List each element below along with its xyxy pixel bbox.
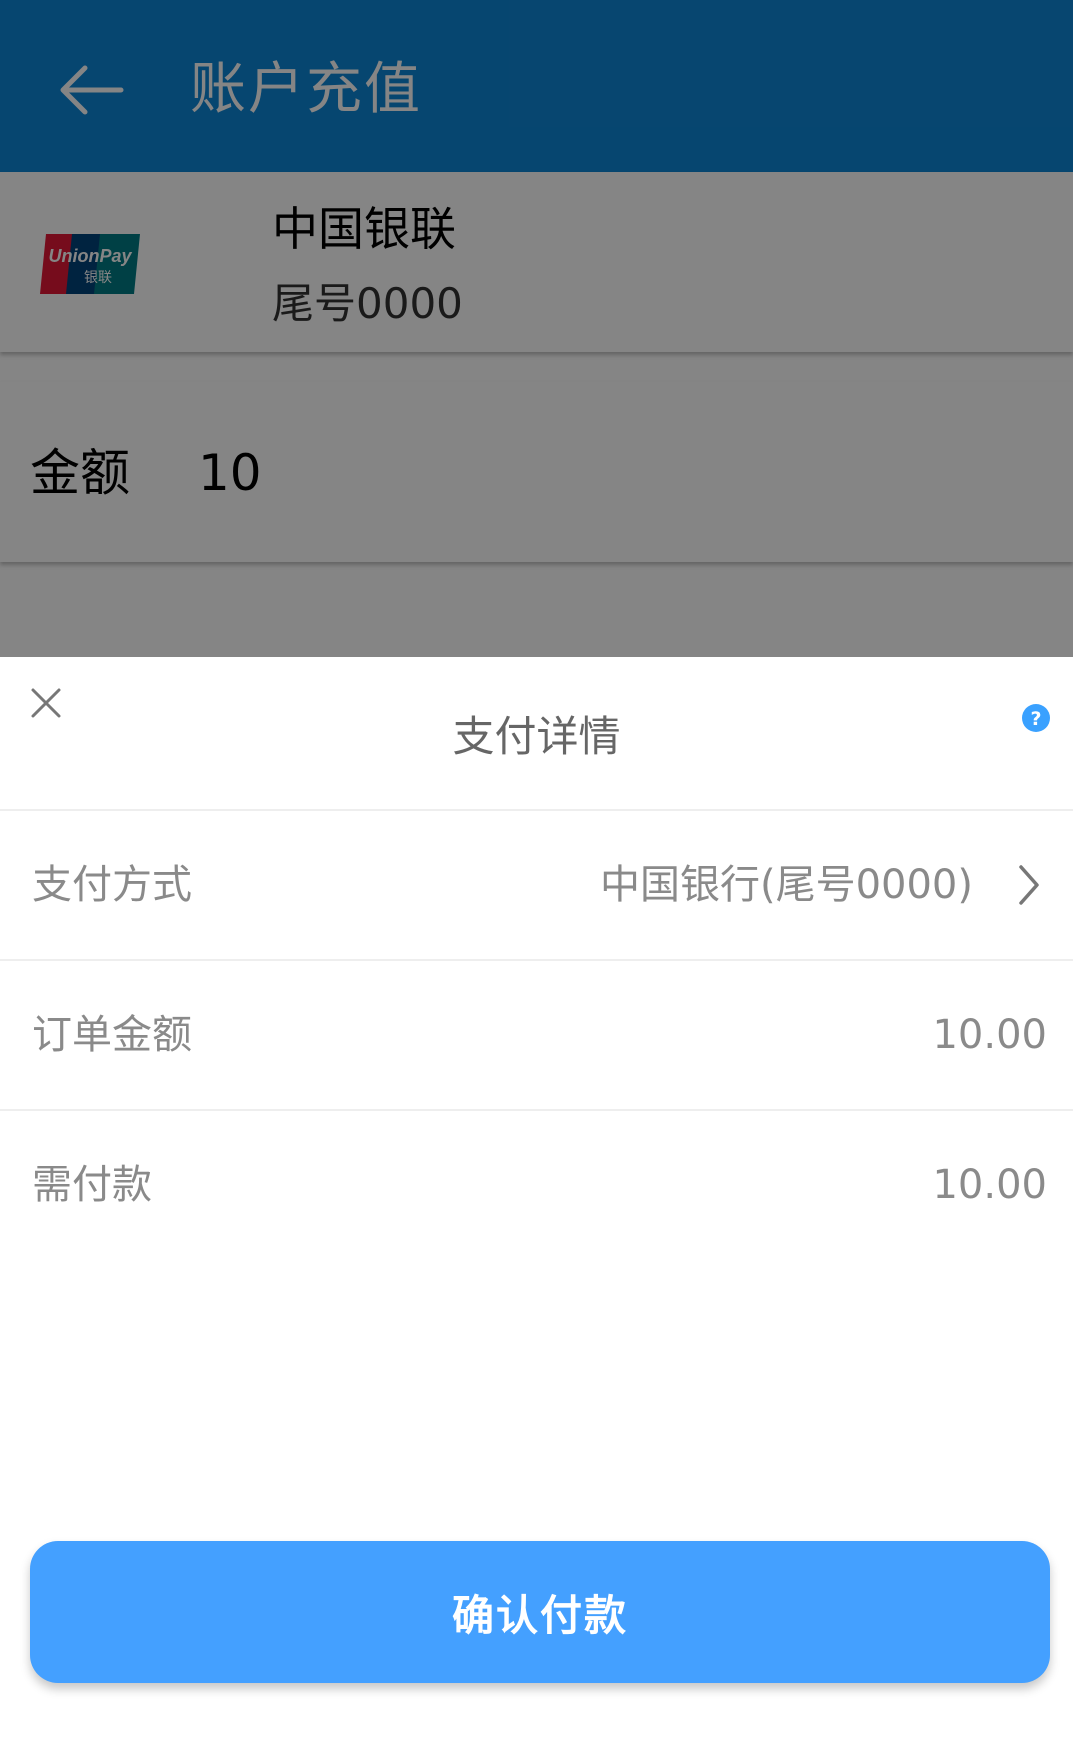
chevron-right-icon: [1019, 865, 1039, 905]
order-amount-row: 订单金额 10.00: [0, 961, 1073, 1111]
amount-due-label: 需付款: [32, 1162, 152, 1208]
payment-method-value: 中国银行(尾号0000): [599, 862, 973, 908]
payment-details-sheet: 支付详情 ? 支付方式 中国银行(尾号0000) 订单金额 10.00 需付款 …: [0, 657, 1073, 1738]
payment-method-label: 支付方式: [32, 862, 192, 908]
payment-method-chevron[interactable]: [1009, 861, 1049, 909]
order-amount-label: 订单金额: [32, 1012, 192, 1058]
sheet-title: 支付详情: [452, 712, 621, 761]
amount-due-value: 10.00: [932, 1162, 1047, 1208]
order-amount-value: 10.00: [932, 1012, 1047, 1058]
payment-method-row[interactable]: 支付方式 中国银行(尾号0000): [0, 811, 1073, 961]
confirm-payment-button[interactable]: 确认付款: [30, 1541, 1050, 1683]
sheet-header: 支付详情 ?: [0, 657, 1073, 811]
help-icon[interactable]: ?: [1021, 703, 1051, 733]
svg-text:?: ?: [1030, 708, 1041, 730]
modal-backdrop[interactable]: [0, 0, 1073, 657]
amount-due-row: 需付款 10.00: [0, 1111, 1073, 1259]
